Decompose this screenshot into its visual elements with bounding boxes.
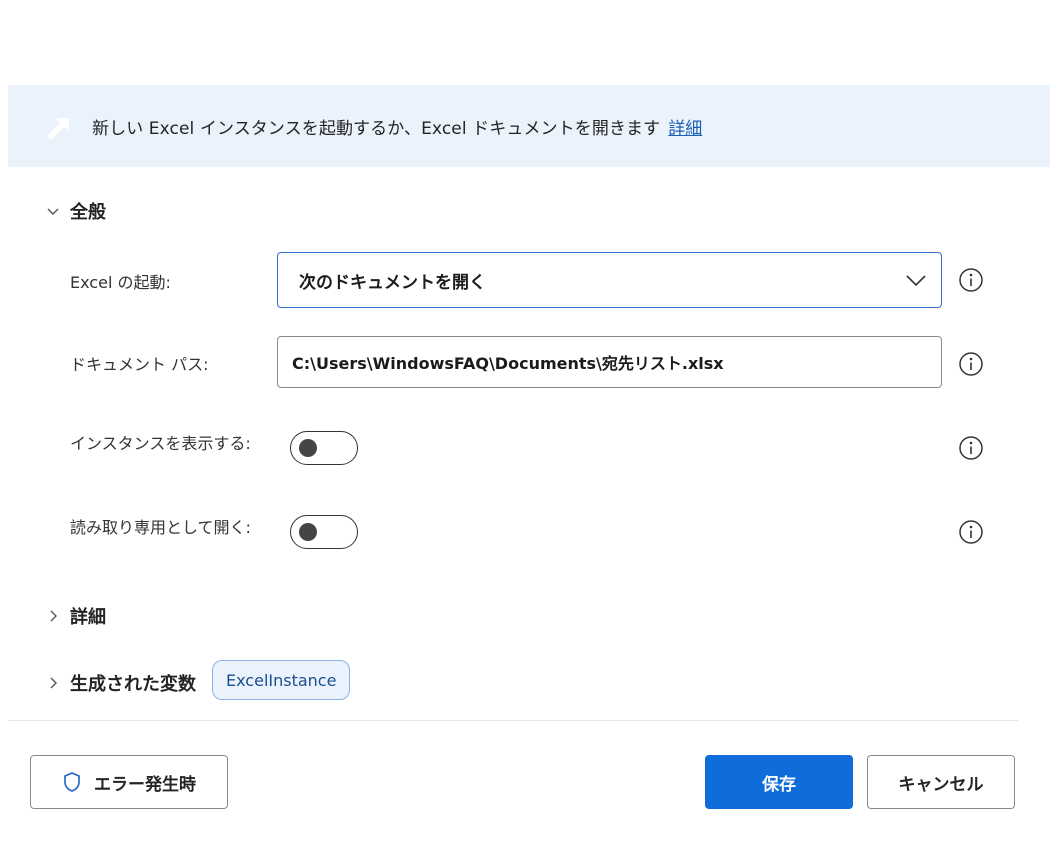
arrow-up-right-icon	[48, 118, 69, 139]
read-only-info-icon[interactable]	[958, 519, 984, 545]
show-instance-info-icon[interactable]	[958, 435, 984, 461]
launch-label: Excel の起動:	[70, 273, 171, 292]
banner-details-link[interactable]: 詳細	[668, 114, 702, 139]
toggle-knob	[299, 439, 317, 457]
launch-info-icon[interactable]	[958, 267, 984, 293]
document-path-info-icon[interactable]	[958, 351, 984, 377]
toggle-knob	[299, 523, 317, 541]
footer-divider	[8, 720, 1018, 721]
section-details-label: 詳細	[70, 607, 106, 628]
on-error-button[interactable]: エラー発生時	[30, 755, 228, 809]
on-error-label: エラー発生時	[94, 774, 196, 795]
section-variables-toggle[interactable]: 生成された変数	[46, 670, 196, 696]
variable-chip[interactable]: ExcelInstance	[212, 660, 351, 700]
section-variables-label: 生成された変数	[70, 674, 196, 695]
cancel-button[interactable]: キャンセル	[867, 755, 1015, 809]
chevron-down-icon	[47, 208, 59, 215]
chevron-right-icon	[50, 610, 57, 622]
section-general-label: 全般	[70, 202, 106, 223]
chevron-right-icon	[50, 677, 57, 689]
section-details-toggle[interactable]: 詳細	[46, 603, 106, 629]
info-banner: 新しい Excel インスタンスを起動するか、Excel ドキュメントを開きます…	[8, 85, 1050, 167]
document-path-value: C:\Users\WindowsFAQ\Documents\宛先リスト.xlsx	[292, 354, 724, 373]
document-path-label: ドキュメント パス:	[70, 355, 209, 374]
launch-select[interactable]: 次のドキュメントを開く	[277, 252, 942, 308]
launch-select-value: 次のドキュメントを開く	[299, 272, 486, 293]
shield-icon	[64, 772, 80, 792]
show-instance-label: インスタンスを表示する:	[70, 434, 251, 453]
banner-description: 新しい Excel インスタンスを起動するか、Excel ドキュメントを開きます	[92, 118, 661, 139]
document-path-input[interactable]: C:\Users\WindowsFAQ\Documents\宛先リスト.xlsx	[277, 336, 942, 388]
read-only-label: 読み取り専用として開く:	[70, 518, 251, 537]
chevron-down-icon	[906, 275, 926, 287]
action-dialog: 新しい Excel インスタンスを起動するか、Excel ドキュメントを開きます…	[0, 0, 1050, 844]
show-instance-toggle[interactable]	[290, 431, 358, 465]
section-general-toggle[interactable]: 全般	[46, 198, 106, 224]
read-only-toggle[interactable]	[290, 515, 358, 549]
save-button[interactable]: 保存	[705, 755, 853, 809]
